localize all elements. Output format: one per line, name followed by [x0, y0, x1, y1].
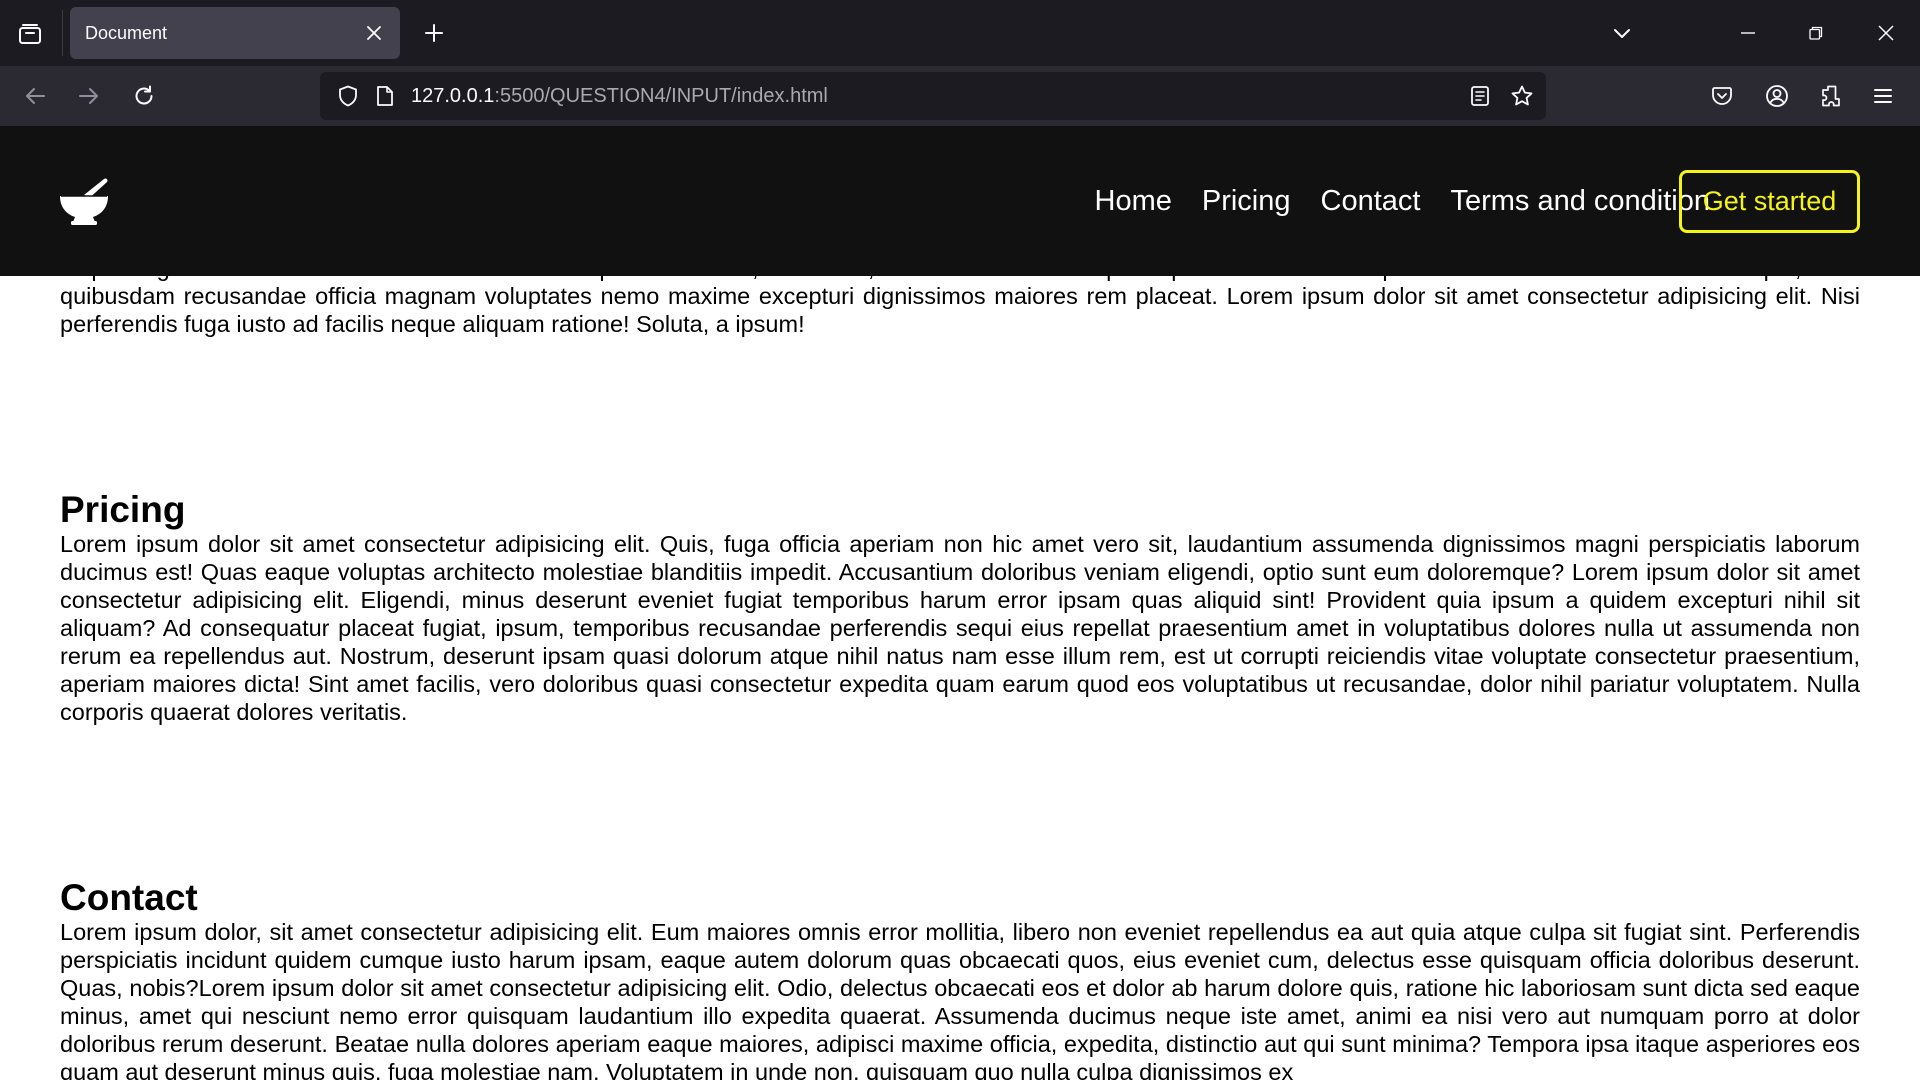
plus-icon[interactable] — [418, 17, 450, 49]
back-arrow-icon[interactable] — [16, 78, 54, 114]
page-icon — [369, 80, 401, 112]
url-host: 127.0.0.1 — [411, 85, 495, 107]
intro-text: quibusdam recusandae officia magnam volu… — [60, 283, 1860, 337]
url-path: :5500/QUESTION4/INPUT/index.html — [494, 85, 828, 107]
close-icon[interactable] — [356, 15, 392, 51]
tab-list-icon[interactable] — [14, 19, 46, 49]
mortar-pestle-logo[interactable] — [58, 176, 110, 226]
tab-title: Document — [85, 22, 168, 43]
window-close-icon[interactable] — [1852, 0, 1920, 66]
contact-paragraph: Lorem ipsum dolor, sit amet consectetur … — [60, 919, 1860, 1080]
shield-icon[interactable] — [332, 80, 364, 112]
browser-tab-bar: Document — [0, 0, 1920, 66]
extensions-icon[interactable] — [1812, 78, 1850, 114]
contact-heading: Contact — [60, 877, 198, 918]
nav-link-contact[interactable]: Contact — [1321, 185, 1421, 218]
url-bar[interactable]: 127.0.0.1:5500/QUESTION4/INPUT/index.htm… — [320, 72, 1546, 120]
web-page: adipisicing elit. Accusamus nemo ullam l… — [0, 126, 1920, 1080]
browser-toolbar: 127.0.0.1:5500/QUESTION4/INPUT/index.htm… — [0, 66, 1920, 126]
tab-separator — [62, 10, 63, 56]
tab-document[interactable]: Document — [70, 7, 400, 59]
star-icon[interactable] — [1506, 80, 1538, 112]
url-text[interactable]: 127.0.0.1:5500/QUESTION4/INPUT/index.htm… — [411, 85, 828, 108]
hamburger-menu-icon[interactable] — [1864, 78, 1902, 114]
nav-link-terms[interactable]: Terms and condition — [1450, 185, 1710, 218]
reader-view-icon[interactable] — [1464, 80, 1496, 112]
site-nav: Home Pricing Contact Terms and condition — [1065, 126, 1711, 276]
pocket-icon[interactable] — [1703, 78, 1741, 114]
get-started-button[interactable]: Get started — [1679, 170, 1860, 233]
restore-icon[interactable] — [1782, 0, 1850, 66]
account-icon[interactable] — [1758, 78, 1796, 114]
site-header: Home Pricing Contact Terms and condition… — [0, 126, 1920, 276]
nav-link-pricing[interactable]: Pricing — [1202, 185, 1291, 218]
page-content: adipisicing elit. Accusamus nemo ullam l… — [60, 254, 1860, 1080]
minimize-icon[interactable] — [1714, 0, 1782, 66]
reload-icon[interactable] — [125, 78, 163, 114]
chevron-down-icon[interactable] — [1604, 17, 1640, 49]
pricing-paragraph: Lorem ipsum dolor sit amet consectetur a… — [60, 531, 1860, 725]
pricing-heading: Pricing — [60, 489, 186, 530]
forward-arrow-icon[interactable] — [70, 78, 108, 114]
nav-link-home[interactable]: Home — [1095, 185, 1172, 218]
